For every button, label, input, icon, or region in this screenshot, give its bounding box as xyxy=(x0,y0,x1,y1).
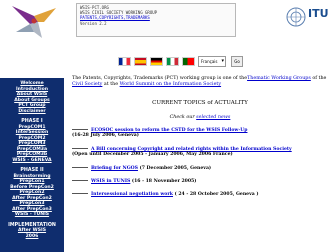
topics-heading: CURRENT TOPICS of ACTUALITY xyxy=(152,100,248,106)
bullet-rule xyxy=(72,129,88,130)
site-title-box: WSIS-PCT.ORG WSIS CIVIL SOCIETY WORKING … xyxy=(76,3,236,37)
news-link[interactable]: Intersessional negotiation work xyxy=(91,192,173,197)
flag-it-icon[interactable] xyxy=(166,57,179,66)
language-select[interactable]: Français xyxy=(198,56,226,67)
flag-de-icon[interactable] xyxy=(150,57,163,66)
news-detail: ( 24 - 28 October 2005, Geneva ) xyxy=(172,192,259,197)
news-detail: (16-28 July 2006, Geneva) xyxy=(72,133,139,139)
intro-text: of the xyxy=(310,76,327,81)
news-item: Briefing for NGOS (7 December 2005, Gene… xyxy=(72,166,330,171)
sidebar-item-2006[interactable]: 2006 xyxy=(0,234,64,240)
un-emblem-icon xyxy=(286,7,306,27)
intro-paragraph: The Patents, Copyrights, Trademarks (PCT… xyxy=(72,76,328,88)
bullet-rule xyxy=(72,148,88,149)
check-news-line: Check our selected news xyxy=(72,115,328,120)
flag-fr-icon[interactable] xyxy=(118,57,131,66)
news-item: WSIS in TUNIS (16 - 18 November 2005) xyxy=(72,179,330,184)
news-item: Intersessional negotiation work ( 24 - 2… xyxy=(72,192,330,197)
intro-text: at the xyxy=(102,82,120,87)
selected-news-link[interactable]: selected news xyxy=(196,115,230,120)
bullet-rule xyxy=(72,167,88,168)
news-link[interactable]: Briefing for NGOS xyxy=(91,166,138,171)
intro-text: The Patents, Copyrights, Trademarks (PCT… xyxy=(72,76,248,81)
itu-logo[interactable]: ITU xyxy=(308,7,334,27)
check-text: Check our xyxy=(169,115,195,120)
bullet-rule xyxy=(72,180,88,181)
wsis-logo-icon[interactable] xyxy=(4,2,62,42)
header: WSIS-PCT.ORG WSIS CIVIL SOCIETY WORKING … xyxy=(0,0,336,56)
news-item: A Bill concerning Copyright and related … xyxy=(72,147,330,158)
thematic-groups-link[interactable]: Thematic Working Groups xyxy=(247,76,311,81)
news-detail: (Open until December 2005 - January 2006… xyxy=(72,152,233,158)
wsis-link[interactable]: World Summit on the Information Society xyxy=(120,82,221,87)
go-button[interactable]: Go xyxy=(231,56,243,67)
news-detail: (16 - 18 November 2005) xyxy=(130,179,197,184)
flag-pt-icon[interactable] xyxy=(182,57,195,66)
bullet-rule xyxy=(72,193,88,194)
sidebar-nav: Welcome Introduction About WSIS About Gr… xyxy=(0,78,64,252)
flag-es-icon[interactable] xyxy=(134,57,147,66)
civil-society-link[interactable]: Civil Society xyxy=(72,82,102,87)
title-line: Version 2.2 xyxy=(80,20,107,26)
news-item: ECOSOC session to reform the CSTD for th… xyxy=(72,128,330,139)
news-link[interactable]: WSIS in TUNIS xyxy=(91,179,130,184)
news-detail: (7 December 2005, Geneva) xyxy=(137,166,212,171)
